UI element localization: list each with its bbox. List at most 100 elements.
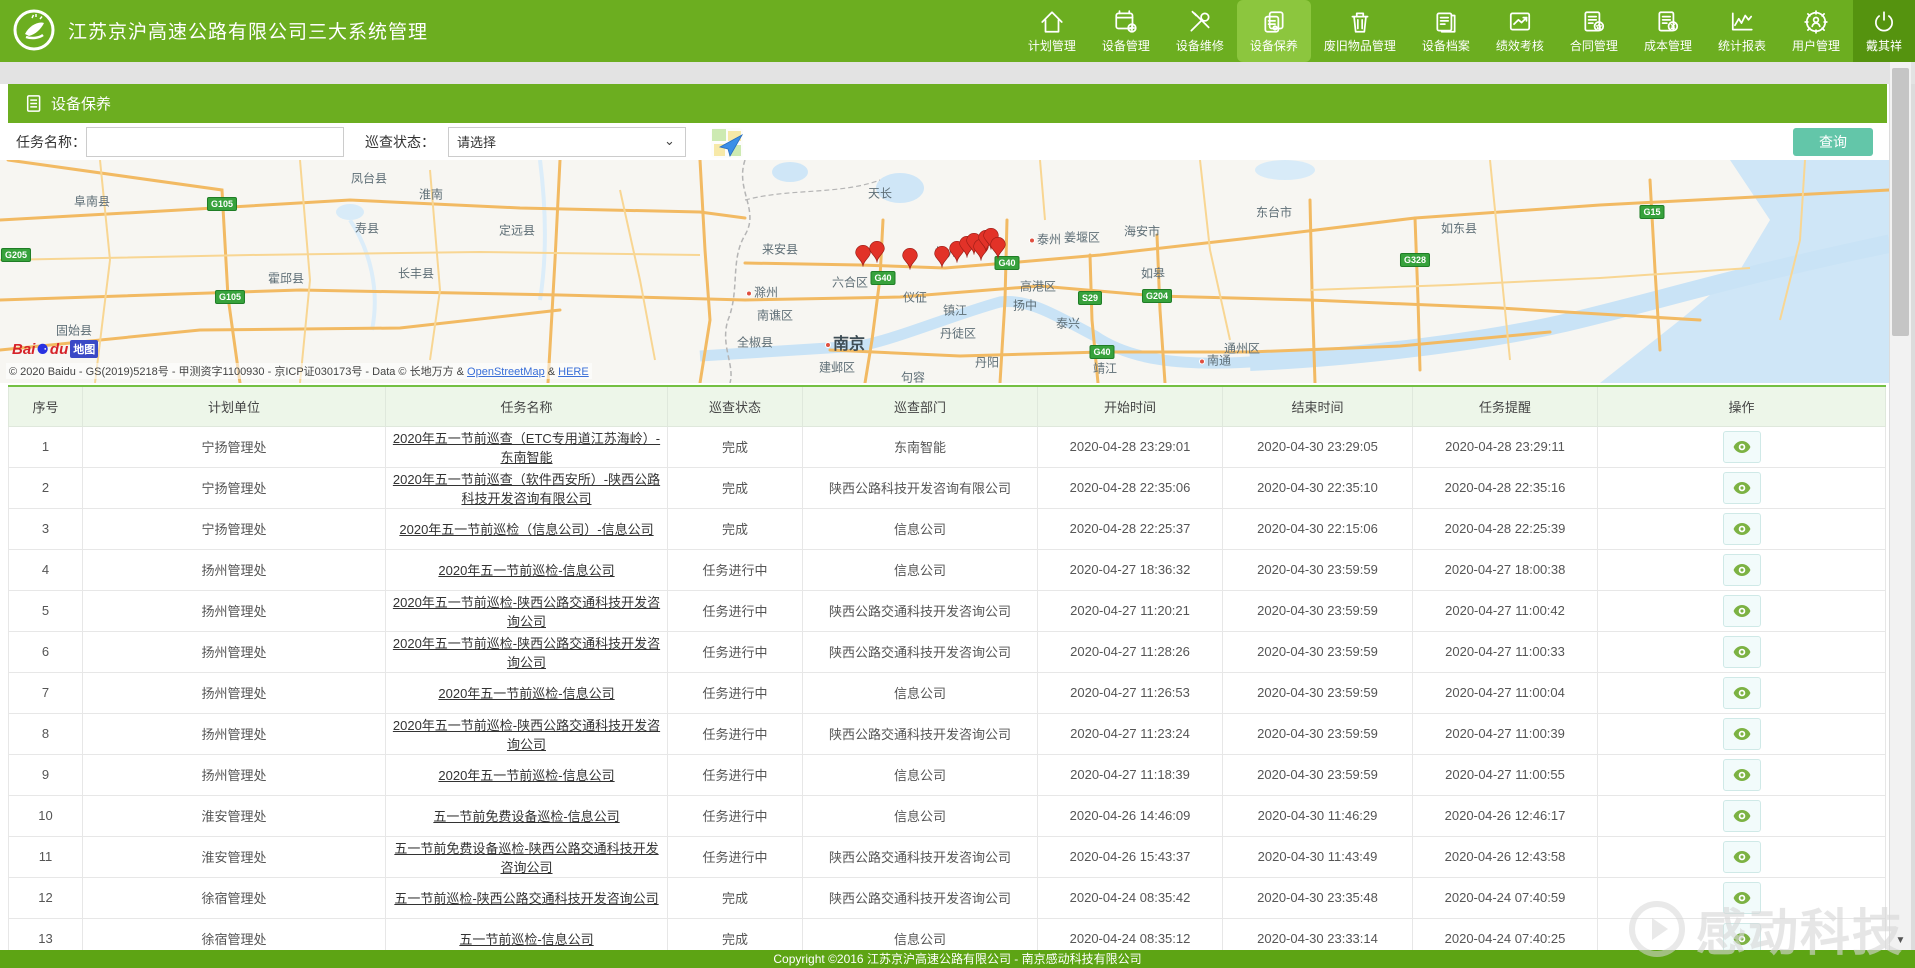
table-header-row: 序号计划单位任务名称巡查状态巡查部门开始时间结束时间任务提醒操作 bbox=[9, 386, 1886, 426]
task-detail-link[interactable]: 2020年五一节前巡检-陕西公路交通科技开发咨询公司 bbox=[393, 595, 660, 629]
view-detail-button[interactable] bbox=[1723, 800, 1761, 832]
nav-item-archive[interactable]: 设备档案 bbox=[1409, 0, 1483, 62]
map-task-marker-icon[interactable] bbox=[869, 241, 885, 263]
plan-unit-cell: 宁扬管理处 bbox=[83, 426, 386, 467]
task-detail-link[interactable]: 2020年五一节前巡检-信息公司 bbox=[438, 686, 614, 701]
search-button[interactable]: 查询 bbox=[1793, 128, 1873, 156]
remind-time-cell: 2020-04-24 07:40:59 bbox=[1413, 877, 1598, 918]
map-place-label: 句容 bbox=[901, 369, 925, 384]
nav-item-home[interactable]: 计划管理 bbox=[1015, 0, 1089, 62]
header-gap bbox=[0, 62, 1915, 84]
map-place-label: 海安市 bbox=[1124, 223, 1160, 240]
nav-label: 废旧物品管理 bbox=[1324, 37, 1396, 54]
task-detail-link[interactable]: 五一节前免费设备巡检-信息公司 bbox=[433, 809, 619, 824]
map-place-label: 靖江 bbox=[1093, 360, 1117, 377]
column-header: 任务提醒 bbox=[1413, 386, 1598, 426]
nav-item-performance[interactable]: 绩效考核 bbox=[1483, 0, 1557, 62]
scrollbar-down-arrow[interactable]: ▼ bbox=[1890, 935, 1911, 946]
vertical-scrollbar[interactable]: ▼ bbox=[1890, 62, 1911, 950]
department-cell: 陕西公路交通科技开发咨询公司 bbox=[803, 877, 1038, 918]
nav-item-stats[interactable]: 统计报表 bbox=[1705, 0, 1779, 62]
nav-label: 合同管理 bbox=[1570, 37, 1618, 54]
task-name-input[interactable] bbox=[86, 127, 344, 157]
nav-item-user-logout[interactable]: 戴其祥 bbox=[1853, 0, 1915, 62]
plan-unit-cell: 徐宿管理处 bbox=[83, 918, 386, 953]
table-row: 9扬州管理处2020年五一节前巡检-信息公司任务进行中信息公司2020-04-2… bbox=[9, 754, 1886, 795]
task-detail-link[interactable]: 2020年五一节前巡检-信息公司 bbox=[438, 563, 614, 578]
status-cell: 任务进行中 bbox=[668, 631, 803, 672]
task-detail-link[interactable]: 2020年五一节前巡检-陕西公路交通科技开发咨询公司 bbox=[393, 636, 660, 670]
remind-time-cell: 2020-04-28 22:35:16 bbox=[1413, 467, 1598, 508]
table-row: 1宁扬管理处2020年五一节前巡查（ETC专用道江苏海岭）-东南智能完成东南智能… bbox=[9, 426, 1886, 467]
column-header: 结束时间 bbox=[1223, 386, 1413, 426]
action-cell bbox=[1598, 508, 1886, 549]
task-detail-link[interactable]: 2020年五一节前巡检-陕西公路交通科技开发咨询公司 bbox=[393, 718, 660, 752]
scrollbar-thumb[interactable] bbox=[1892, 68, 1909, 336]
view-detail-button[interactable] bbox=[1723, 636, 1761, 668]
action-cell bbox=[1598, 467, 1886, 508]
view-detail-button[interactable] bbox=[1723, 882, 1761, 914]
status-cell: 任务进行中 bbox=[668, 713, 803, 754]
task-detail-link[interactable]: 五一节前巡检-信息公司 bbox=[459, 932, 593, 947]
task-detail-link[interactable]: 五一节前巡检-陕西公路交通科技开发咨询公司 bbox=[394, 891, 658, 906]
department-cell: 陕西公路科技开发咨询有限公司 bbox=[803, 467, 1038, 508]
nav-item-maintain[interactable]: 设备保养 bbox=[1237, 0, 1311, 62]
road-shield: G40 bbox=[870, 271, 895, 285]
nav-item-contract[interactable]: 合同管理 bbox=[1557, 0, 1631, 62]
view-detail-button[interactable] bbox=[1723, 595, 1761, 627]
road-shield: G105 bbox=[207, 197, 237, 211]
action-cell bbox=[1598, 795, 1886, 836]
road-shield: G328 bbox=[1400, 253, 1430, 267]
status-select[interactable]: 请选择 bbox=[448, 127, 686, 157]
city-dot-icon bbox=[825, 342, 831, 348]
task-detail-link[interactable]: 2020年五一节前巡查（ETC专用道江苏海岭）-东南智能 bbox=[393, 431, 660, 465]
map-task-marker-icon[interactable] bbox=[934, 246, 950, 268]
map-place-label: 建邺区 bbox=[819, 359, 855, 376]
map-task-marker-icon[interactable] bbox=[990, 237, 1006, 259]
end-time-cell: 2020-04-30 11:46:29 bbox=[1223, 795, 1413, 836]
nav-item-cost[interactable]: 成本管理 bbox=[1631, 0, 1705, 62]
remind-time-cell: 2020-04-27 11:00:04 bbox=[1413, 672, 1598, 713]
task-detail-link[interactable]: 2020年五一节前巡检（信息公司）-信息公司 bbox=[399, 522, 653, 537]
remind-time-cell: 2020-04-27 11:00:39 bbox=[1413, 713, 1598, 754]
task-detail-link[interactable]: 2020年五一节前巡查（软件西安所）-陕西公路科技开发咨询有限公司 bbox=[393, 472, 660, 506]
nav-item-device[interactable]: 设备管理 bbox=[1089, 0, 1163, 62]
start-time-cell: 2020-04-27 11:23:24 bbox=[1038, 713, 1223, 754]
row-index: 7 bbox=[9, 672, 83, 713]
row-index: 4 bbox=[9, 549, 83, 590]
map-place-label: 泰兴 bbox=[1056, 315, 1080, 332]
view-detail-button[interactable] bbox=[1723, 923, 1761, 954]
department-cell: 信息公司 bbox=[803, 549, 1038, 590]
nav-item-repair[interactable]: 设备维修 bbox=[1163, 0, 1237, 62]
start-time-cell: 2020-04-26 15:43:37 bbox=[1038, 836, 1223, 877]
view-detail-button[interactable] bbox=[1723, 472, 1761, 504]
nav-item-usergear[interactable]: 用户管理 bbox=[1779, 0, 1853, 62]
table-row: 2宁扬管理处2020年五一节前巡查（软件西安所）-陕西公路科技开发咨询有限公司完… bbox=[9, 467, 1886, 508]
city-dot-icon bbox=[1199, 358, 1205, 364]
plan-unit-cell: 徐宿管理处 bbox=[83, 877, 386, 918]
view-detail-button[interactable] bbox=[1723, 718, 1761, 750]
map-attribution: © 2020 Baidu - GS(2019)5218号 - 甲测资字11009… bbox=[6, 363, 592, 379]
task-detail-link[interactable]: 五一节前免费设备巡检-陕西公路交通科技开发咨询公司 bbox=[394, 841, 658, 875]
view-detail-button[interactable] bbox=[1723, 513, 1761, 545]
view-detail-button[interactable] bbox=[1723, 554, 1761, 586]
city-dot-icon bbox=[1029, 237, 1035, 243]
map-view-button[interactable] bbox=[708, 125, 746, 161]
map-place-label: 滁州 bbox=[746, 284, 778, 301]
task-name-cell: 2020年五一节前巡检-信息公司 bbox=[386, 672, 668, 713]
view-detail-button[interactable] bbox=[1723, 759, 1761, 791]
here-link[interactable]: HERE bbox=[558, 366, 589, 378]
osm-link[interactable]: OpenStreetMap bbox=[467, 366, 545, 378]
table-row: 5扬州管理处2020年五一节前巡检-陕西公路交通科技开发咨询公司任务进行中陕西公… bbox=[9, 590, 1886, 631]
view-detail-button[interactable] bbox=[1723, 841, 1761, 873]
nav-item-trash[interactable]: 废旧物品管理 bbox=[1311, 0, 1409, 62]
view-detail-button[interactable] bbox=[1723, 431, 1761, 463]
baidu-map[interactable]: 阜南县凤台县淮南寿县长丰县定远县霍邱县固始县来安县滁州南谯区全椒县天长六合区仪征… bbox=[0, 160, 1889, 383]
plan-unit-cell: 扬州管理处 bbox=[83, 754, 386, 795]
column-header: 开始时间 bbox=[1038, 386, 1223, 426]
task-detail-link[interactable]: 2020年五一节前巡检-信息公司 bbox=[438, 768, 614, 783]
task-name-cell: 2020年五一节前巡检-陕西公路交通科技开发咨询公司 bbox=[386, 713, 668, 754]
map-task-marker-icon[interactable] bbox=[902, 248, 918, 270]
view-detail-button[interactable] bbox=[1723, 677, 1761, 709]
table-row: 12徐宿管理处五一节前巡检-陕西公路交通科技开发咨询公司完成陕西公路交通科技开发… bbox=[9, 877, 1886, 918]
